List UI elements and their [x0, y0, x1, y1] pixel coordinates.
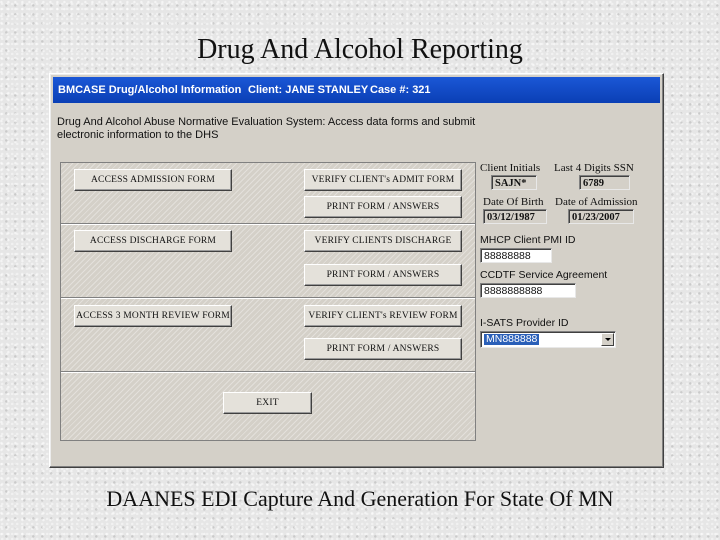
chevron-down-icon[interactable]: [601, 333, 614, 346]
dob-field: 03/12/1987: [483, 209, 547, 224]
title-bar: BMCASE Drug/Alcohol Information Client: …: [53, 77, 660, 103]
description-text: Drug And Alcohol Abuse Normative Evaluat…: [57, 116, 476, 141]
exit-button[interactable]: EXIT: [223, 392, 312, 414]
divider: [61, 223, 475, 225]
verify-review-button[interactable]: VERIFY CLIENT's REVIEW FORM: [304, 305, 462, 327]
drug-alcohol-window: BMCASE Drug/Alcohol Information Client: …: [49, 73, 664, 468]
verify-admit-button[interactable]: VERIFY CLIENT's ADMIT FORM: [304, 169, 462, 191]
client-initials-label: Client Initials: [480, 162, 541, 174]
ccdtf-label: CCDTF Service Agreement: [480, 269, 608, 281]
forms-panel: ACCESS ADMISSION FORM VERIFY CLIENT's AD…: [60, 162, 476, 441]
isats-value: MN888888: [484, 333, 540, 345]
access-admission-button[interactable]: ACCESS ADMISSION FORM: [74, 169, 232, 191]
client-name: Client: JANE STANLEY: [248, 84, 369, 96]
divider: [61, 371, 475, 373]
dob-label: Date Of Birth: [483, 196, 544, 208]
ssn-field: 6789: [579, 175, 630, 190]
mhcp-label: MHCP Client PMI ID: [480, 234, 576, 246]
slide-title: Drug And Alcohol Reporting: [197, 34, 523, 65]
ccdtf-field[interactable]: 8888888888: [480, 283, 576, 298]
verify-discharge-button[interactable]: VERIFY CLIENTS DISCHARGE: [304, 230, 462, 252]
print-discharge-button[interactable]: PRINT FORM / ANSWERS: [304, 264, 462, 286]
slide-caption: DAANES EDI Capture And Generation For St…: [106, 486, 614, 511]
isats-label: I-SATS Provider ID: [480, 317, 569, 329]
case-number: Case #: 321: [370, 84, 431, 96]
isats-select[interactable]: MN888888: [480, 331, 616, 348]
client-initials-field: SAJN*: [491, 175, 537, 190]
window-title: BMCASE Drug/Alcohol Information: [58, 84, 242, 96]
ssn-label: Last 4 Digits SSN: [554, 162, 634, 174]
divider: [61, 297, 475, 299]
access-discharge-button[interactable]: ACCESS DISCHARGE FORM: [74, 230, 232, 252]
admission-date-label: Date of Admission: [555, 196, 638, 208]
admission-date-field: 01/23/2007: [568, 209, 634, 224]
print-review-button[interactable]: PRINT FORM / ANSWERS: [304, 338, 462, 360]
print-admission-button[interactable]: PRINT FORM / ANSWERS: [304, 196, 462, 218]
access-review-button[interactable]: ACCESS 3 MONTH REVIEW FORM: [74, 305, 232, 327]
mhcp-field[interactable]: 88888888: [480, 248, 552, 263]
